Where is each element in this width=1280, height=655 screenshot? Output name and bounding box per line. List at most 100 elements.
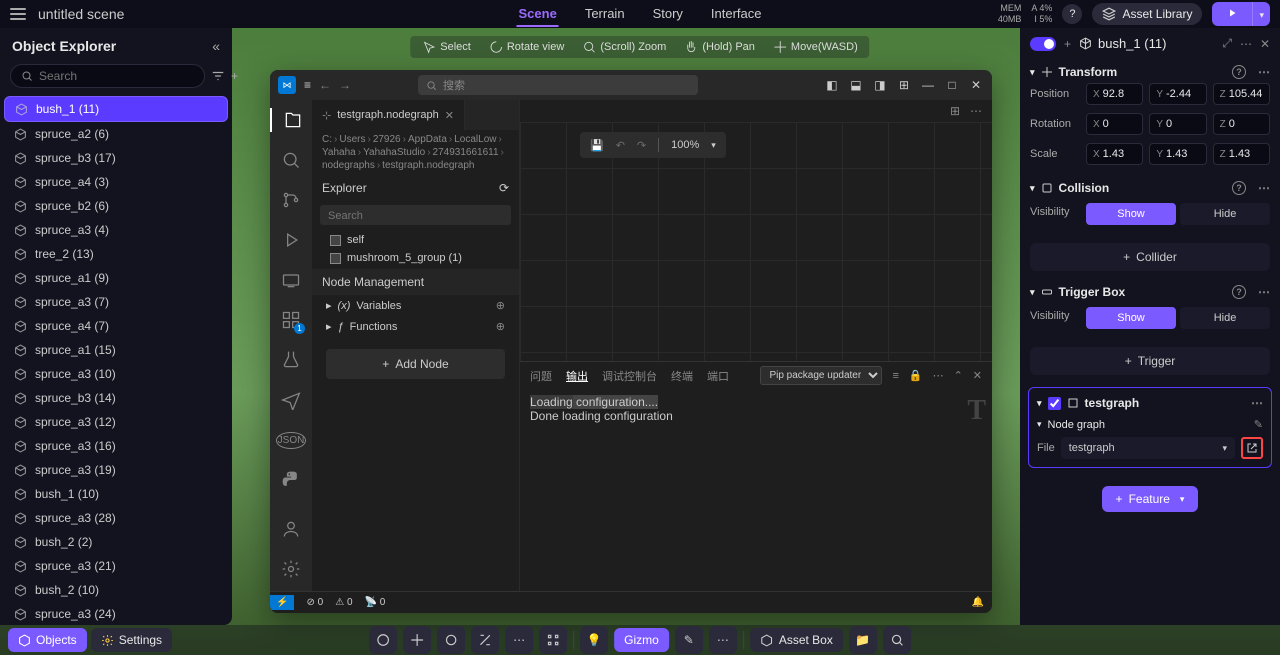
add-function-icon[interactable]: ⊕ (496, 320, 505, 333)
node-management-header[interactable]: Node Management (312, 269, 519, 295)
rotation-y[interactable]: Y0 (1149, 113, 1206, 135)
tab-story[interactable]: Story (651, 2, 685, 27)
nodegraph-header[interactable]: ▾testgraph⋯ (1037, 396, 1263, 410)
tool-zoom[interactable]: (Scroll) Zoom (582, 40, 666, 54)
scale-tool[interactable] (471, 626, 499, 654)
asset-box-button[interactable]: Asset Box (750, 628, 843, 652)
play-button[interactable] (1212, 2, 1252, 26)
term-tab-ports[interactable]: 端口 (707, 368, 729, 384)
help-icon[interactable]: ? (1062, 4, 1082, 24)
list-item[interactable]: spruce_a3 (28) (4, 506, 228, 530)
remote-indicator[interactable]: ⚡ (270, 595, 294, 610)
search-input-wrapper[interactable] (10, 64, 205, 88)
redo-icon[interactable]: ↷ (637, 139, 646, 152)
settings-button[interactable]: Settings (91, 628, 172, 652)
tree-item[interactable]: self (312, 231, 519, 249)
add-icon[interactable]: + (231, 67, 238, 85)
feature-button[interactable]: +Feature▾ (1102, 486, 1199, 512)
tab-terrain[interactable]: Terrain (583, 2, 627, 27)
object-enabled-toggle[interactable] (1030, 37, 1056, 51)
more-icon[interactable]: ⋯ (933, 369, 944, 382)
node-tree[interactable]: selfmushroom_5_group (1) (312, 229, 519, 269)
list-item[interactable]: spruce_b3 (17) (4, 146, 228, 170)
tab-interface[interactable]: Interface (709, 2, 764, 27)
zoom-dropdown[interactable]: ▾ (711, 140, 716, 151)
object-list[interactable]: bush_1 (11)spruce_a2 (6)spruce_b3 (17)sp… (0, 96, 232, 625)
status-ports[interactable]: 📡 0 (365, 597, 386, 608)
more-tools[interactable]: ⋯ (709, 626, 737, 654)
search-input[interactable] (39, 69, 194, 83)
status-errors[interactable]: ⊘ 0 (306, 597, 323, 608)
collision-show-button[interactable]: Show (1086, 203, 1176, 225)
close-panel-icon[interactable]: ✕ (973, 369, 982, 382)
list-item[interactable]: spruce_a3 (19) (4, 458, 228, 482)
grid-tool[interactable]: ⋯ (505, 626, 533, 654)
list-item[interactable]: spruce_a3 (10) (4, 362, 228, 386)
nodegraph-enabled-checkbox[interactable] (1048, 397, 1061, 410)
more-icon[interactable]: ⋯ (1258, 65, 1270, 79)
settings-icon[interactable] (279, 557, 303, 581)
more-icon[interactable]: ⋯ (1240, 37, 1252, 51)
list-item[interactable]: spruce_a1 (15) (4, 338, 228, 362)
rotation-z[interactable]: Z0 (1213, 113, 1270, 135)
save-icon[interactable]: 💾 (590, 139, 604, 152)
rotation-x[interactable]: X0 (1086, 113, 1143, 135)
close-icon[interactable]: ✕ (968, 77, 984, 93)
nav-back-icon[interactable]: ← (319, 78, 331, 92)
open-file-button[interactable] (1241, 437, 1263, 459)
list-item[interactable]: bush_1 (11) (4, 96, 228, 122)
rotate-tool[interactable] (437, 626, 465, 654)
remote-icon[interactable] (279, 268, 303, 292)
minimize-icon[interactable]: — (920, 77, 936, 93)
tab-scene[interactable]: Scene (517, 2, 559, 27)
python-icon[interactable] (279, 468, 303, 492)
maximize-panel-icon[interactable]: ⌃ (954, 369, 963, 382)
position-y[interactable]: Y-2.44 (1149, 83, 1206, 105)
list-item[interactable]: spruce_a1 (9) (4, 266, 228, 290)
list-item[interactable]: tree_2 (13) (4, 242, 228, 266)
vscode-search[interactable]: 搜索 (418, 75, 698, 95)
search-activity-icon[interactable] (279, 148, 303, 172)
add-component-icon[interactable]: + (1064, 37, 1071, 51)
asset-library-button[interactable]: Asset Library (1092, 3, 1202, 25)
scale-y[interactable]: Y1.43 (1149, 143, 1206, 165)
add-trigger-button[interactable]: +Trigger (1030, 347, 1270, 375)
output-select[interactable]: Pip package updater (760, 366, 882, 385)
wand-tool[interactable]: ✎ (675, 626, 703, 654)
collapse-icon[interactable]: « (212, 38, 220, 54)
list-item[interactable]: spruce_a3 (12) (4, 410, 228, 434)
gizmo-button[interactable]: Gizmo (614, 628, 669, 652)
vscode-menu-icon[interactable]: ≡ (304, 78, 311, 92)
help-icon[interactable]: ? (1232, 285, 1246, 299)
list-item[interactable]: spruce_a2 (6) (4, 122, 228, 146)
status-warnings[interactable]: ⚠ 0 (335, 597, 352, 608)
explorer-icon[interactable] (270, 108, 312, 132)
list-item[interactable]: bush_2 (2) (4, 530, 228, 554)
layout-left-icon[interactable]: ◧ (824, 77, 840, 93)
list-item[interactable]: spruce_a4 (3) (4, 170, 228, 194)
list-item[interactable]: spruce_a3 (21) (4, 554, 228, 578)
debug-icon[interactable] (279, 228, 303, 252)
add-node-button[interactable]: +Add Node (326, 349, 505, 379)
play-dropdown[interactable]: ▾ (1252, 2, 1270, 26)
transform-header[interactable]: ▾Transform?⋯ (1030, 65, 1270, 79)
position-x[interactable]: X92.8 (1086, 83, 1143, 105)
position-z[interactable]: Z105.44 (1213, 83, 1270, 105)
terminal-output[interactable]: Loading configuration.... Done loading c… (520, 389, 992, 591)
list-item[interactable]: bush_1 (10) (4, 482, 228, 506)
layout-bottom-icon[interactable]: ⬓ (848, 77, 864, 93)
list-item[interactable]: bush_2 (10) (4, 578, 228, 602)
bell-icon[interactable]: 🔔 (972, 597, 984, 608)
list-item[interactable]: spruce_a3 (16) (4, 434, 228, 458)
trigger-header[interactable]: ▾Trigger Box?⋯ (1030, 285, 1270, 299)
tool-rotate[interactable]: Rotate view (489, 40, 564, 54)
functions-row[interactable]: ▸ƒFunctions⊕ (312, 316, 519, 337)
close-icon[interactable]: ✕ (1260, 37, 1270, 51)
trigger-show-button[interactable]: Show (1086, 307, 1176, 329)
add-variable-icon[interactable]: ⊕ (496, 299, 505, 312)
breadcrumb[interactable]: C:›Users›27926›AppData›LocalLow›Yahaha›Y… (312, 130, 519, 175)
list-item[interactable]: spruce_b2 (6) (4, 194, 228, 218)
filter-icon[interactable] (211, 67, 225, 85)
help-icon[interactable]: ? (1232, 65, 1246, 79)
list-item[interactable]: spruce_a3 (24) (4, 602, 228, 625)
